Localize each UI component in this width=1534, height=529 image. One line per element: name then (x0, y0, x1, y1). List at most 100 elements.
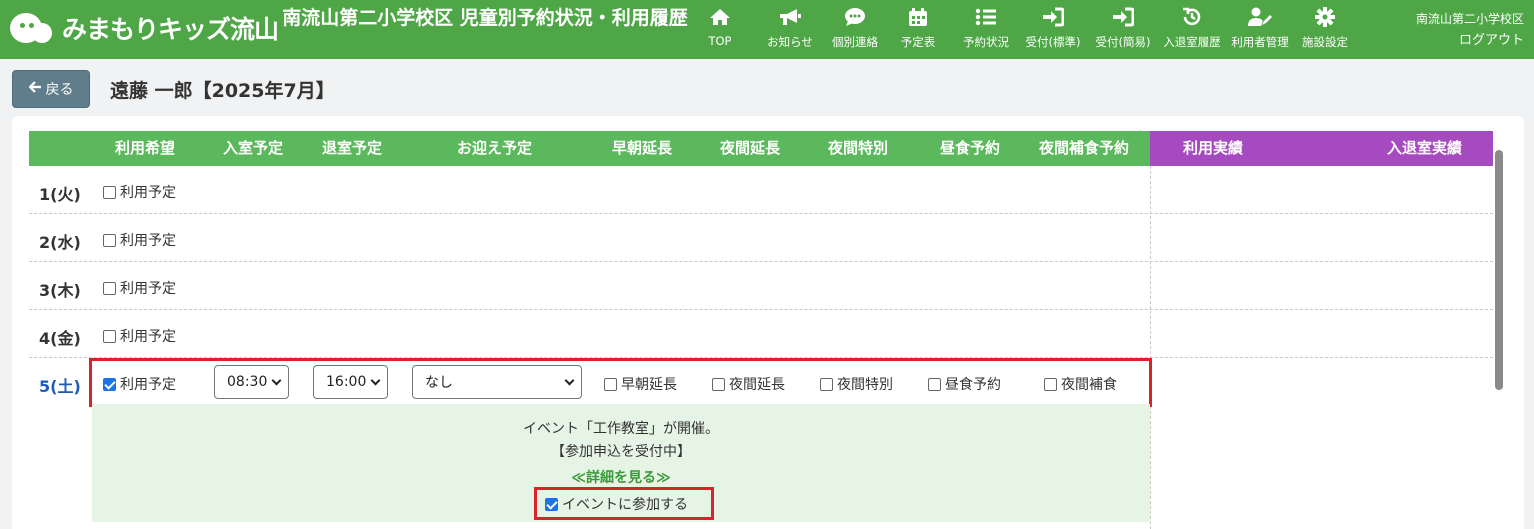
nav-label: 受付(簡易) (1095, 35, 1151, 49)
checkbox-label: 利用予定 (120, 233, 176, 249)
nav-facility-settings[interactable]: 施設設定 (1296, 6, 1354, 56)
checkbox-box[interactable] (820, 377, 833, 391)
event-status: 【参加申込を受付中】 (551, 444, 691, 460)
checkbox-label: イベントに参加する (562, 497, 688, 513)
logo-text: みまもりキッズ流山 (62, 15, 279, 44)
checkbox-label: 夜間特別 (837, 377, 893, 393)
calendar-icon (908, 6, 928, 28)
nav-schedule[interactable]: 予定表 (890, 6, 946, 56)
chevron-down-icon (370, 375, 381, 386)
checkbox-box[interactable] (103, 233, 116, 247)
event-details-link[interactable]: ≪詳細を見る≫ (92, 467, 1150, 487)
history-icon (1181, 6, 1203, 28)
checkbox-box[interactable] (103, 329, 116, 343)
app-logo[interactable]: みまもりキッズ流山 (10, 8, 279, 48)
select-value: 16:00 (326, 374, 367, 390)
col-header-checkout-plan: 退室予定 (322, 139, 383, 157)
checkbox-box[interactable] (103, 281, 116, 295)
checkbox-label: 夜間延長 (729, 377, 785, 393)
page-title: 遠藤 一郎【2025年7月】 (110, 80, 335, 102)
nav-entry-history[interactable]: 入退室履歴 (1158, 6, 1226, 56)
user-box: 南流山第二小学校区 ログアウト (1416, 9, 1524, 51)
nav-label: 予約状況 (963, 35, 1009, 49)
checkbox-label: 早朝延長 (621, 377, 677, 393)
checkbox-label: 利用予定 (120, 377, 176, 393)
night-snack-checkbox[interactable]: 夜間補食 (1044, 374, 1117, 394)
nav-user-management[interactable]: 利用者管理 (1226, 6, 1294, 56)
nav-messages[interactable]: 個別連絡 (824, 6, 886, 56)
usage-plan-checkbox[interactable]: 利用予定 (103, 278, 176, 298)
col-header-night-snack: 夜間補食予約 (1039, 139, 1130, 157)
checkbox-box[interactable] (103, 185, 116, 199)
early-morning-checkbox[interactable]: 早朝延長 (604, 374, 677, 394)
checkbox-box[interactable] (1044, 377, 1057, 391)
home-icon (709, 6, 731, 28)
col-header-checkin-plan: 入室予定 (223, 139, 284, 157)
column-divider (1150, 166, 1151, 529)
checkbox-box[interactable] (103, 377, 116, 391)
col-header-night-extension: 夜間延長 (720, 139, 781, 157)
checkbox-box[interactable] (545, 497, 558, 511)
logout-link[interactable]: ログアウト (1416, 30, 1524, 51)
night-extension-checkbox[interactable]: 夜間延長 (712, 374, 785, 394)
megaphone-icon (778, 6, 802, 28)
nav-reception-simple[interactable]: 受付(簡易) (1088, 6, 1158, 56)
day-label: 2(水) (39, 233, 81, 252)
chevron-down-icon (564, 375, 575, 386)
col-header-lunch: 昼食予約 (940, 139, 1001, 157)
nav-reception-standard[interactable]: 受付(標準) (1018, 6, 1088, 56)
nav-reservations[interactable]: 予約状況 (956, 6, 1016, 56)
join-event-checkbox[interactable]: イベントに参加する (545, 494, 688, 514)
col-header-usage-record: 利用実績 (1183, 139, 1244, 157)
night-special-checkbox[interactable]: 夜間特別 (820, 374, 893, 394)
usage-plan-checkbox[interactable]: 利用予定 (103, 374, 176, 394)
table-row: 3(木) 利用予定 (29, 262, 1493, 310)
checkbox-box[interactable] (604, 377, 617, 391)
user-edit-icon (1247, 6, 1273, 28)
nav-label: 受付(標準) (1025, 35, 1081, 49)
sign-in-icon (1042, 6, 1064, 28)
nav-notices[interactable]: お知らせ (760, 6, 820, 56)
col-header-entry-record: 入退室実績 (1387, 139, 1463, 157)
nav-label: TOP (708, 34, 732, 48)
back-button[interactable]: 戻る (12, 70, 90, 108)
checkin-time-select[interactable]: 08:30 (214, 365, 289, 399)
usage-plan-checkbox[interactable]: 利用予定 (103, 326, 176, 346)
nav-label: 利用者管理 (1231, 35, 1289, 49)
header-title: 南流山第二小学校区 児童別予約状況・利用履歴 (282, 7, 688, 29)
gear-icon (1315, 6, 1335, 28)
checkbox-box[interactable] (928, 377, 941, 391)
user-area-name: 南流山第二小学校区 (1415, 12, 1524, 26)
nav-label: 個別連絡 (832, 35, 878, 49)
nav-top[interactable]: TOP (700, 6, 740, 56)
usage-plan-checkbox[interactable]: 利用予定 (103, 182, 176, 202)
col-header-usage-request: 利用希望 (115, 139, 176, 157)
checkbox-label: 昼食予約 (945, 377, 1001, 393)
sign-in-icon (1112, 6, 1134, 28)
checkbox-box[interactable] (712, 377, 725, 391)
day-label: 3(木) (39, 281, 81, 300)
chevron-down-icon (271, 375, 282, 386)
list-icon (975, 6, 997, 28)
arrow-left-icon (27, 81, 42, 97)
app-header: みまもりキッズ流山 南流山第二小学校区 児童別予約状況・利用履歴 TOP お知ら… (0, 0, 1534, 59)
pickup-select[interactable]: なし (412, 365, 582, 399)
day-label: 1(火) (39, 185, 81, 204)
checkbox-label: 利用予定 (120, 185, 176, 201)
col-header-early-morning: 早朝延長 (612, 139, 673, 157)
table-row: 1(火) 利用予定 (29, 166, 1493, 214)
nav-label: 予定表 (900, 35, 936, 49)
nav-label: 施設設定 (1302, 35, 1348, 49)
back-button-label: 戻る (45, 82, 74, 98)
col-header-night-special: 夜間特別 (828, 139, 889, 157)
nav-label: お知らせ (767, 35, 813, 49)
usage-plan-checkbox[interactable]: 利用予定 (103, 230, 176, 250)
select-value: 08:30 (227, 374, 268, 390)
table-row: 2(水) 利用予定 (29, 214, 1493, 262)
lunch-checkbox[interactable]: 昼食予約 (928, 374, 1001, 394)
day-label: 4(金) (39, 329, 81, 348)
vertical-scrollbar[interactable] (1495, 150, 1503, 390)
event-description: イベント「工作教室」が開催。 (523, 421, 719, 437)
checkout-time-select[interactable]: 16:00 (313, 365, 388, 399)
col-header-pickup-plan: お迎え予定 (457, 139, 533, 157)
